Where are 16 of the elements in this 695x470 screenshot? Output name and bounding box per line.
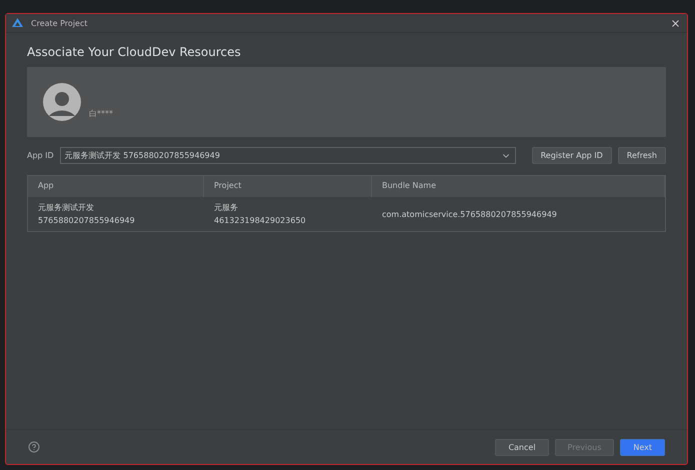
action-button[interactable]: Register App ID [532,147,612,164]
help-icon[interactable] [28,441,40,453]
app-id-dropdown[interactable]: 元服务测试开发 5765880207855946949 [60,147,516,164]
column-header: App [28,176,204,197]
action-button[interactable]: Refresh [618,147,666,164]
window-title: Create Project [31,18,88,28]
column-header: Bundle Name [372,176,665,197]
logo-icon [12,18,23,28]
user-name: 白**** [89,108,113,118]
column-header: Project [204,176,372,197]
close-icon[interactable] [670,18,681,28]
app-id-label: App ID [27,151,54,160]
footer-button[interactable]: Cancel [495,438,549,456]
footer-button[interactable]: Next [620,438,665,456]
section-heading: Associate Your CloudDev Resources [27,45,242,59]
avatar-icon [43,83,81,121]
